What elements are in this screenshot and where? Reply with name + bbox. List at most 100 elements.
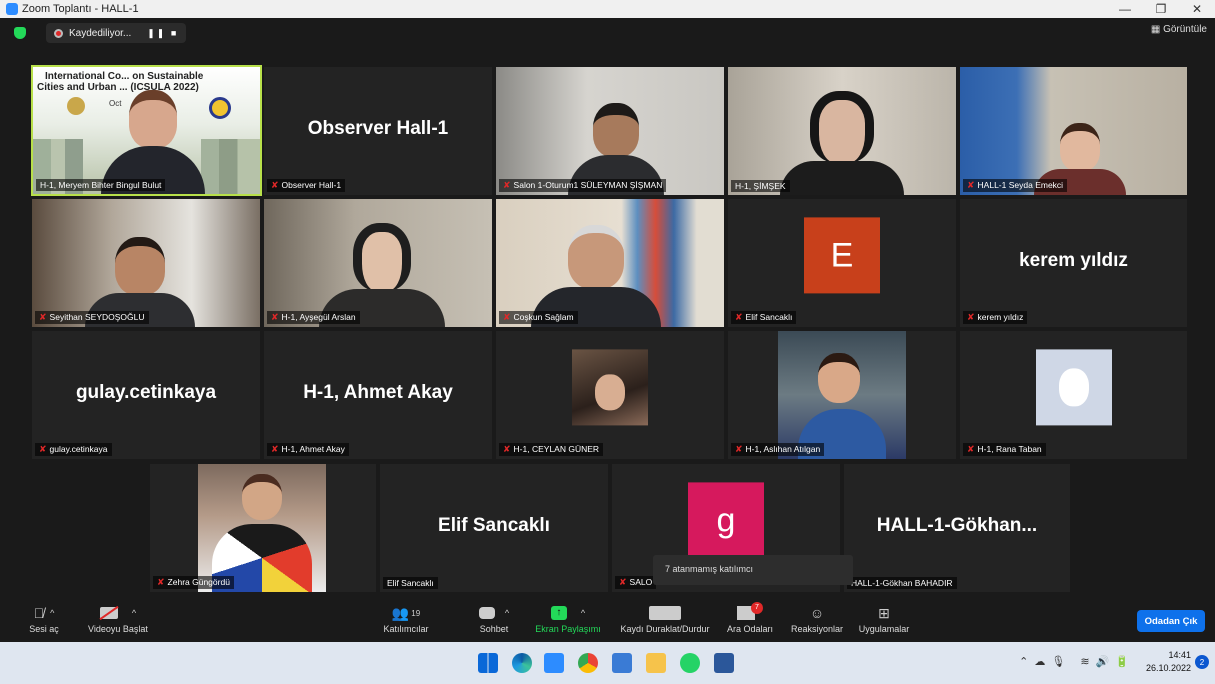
taskbar-clock[interactable]: 14:41 26.10.2022 — [1146, 649, 1191, 675]
muted-mic-icon: ✘ — [503, 312, 511, 322]
edge-browser-icon[interactable] — [512, 653, 532, 673]
muted-mic-icon: ✘ — [619, 577, 627, 587]
muted-mic-icon: ✘ — [271, 180, 279, 190]
close-button[interactable]: ✕ — [1179, 2, 1215, 16]
university-logo — [67, 97, 85, 115]
participant-video — [780, 91, 904, 195]
participant-tile[interactable]: Observer Hall-1 ✘ Observer Hall-1 — [264, 67, 492, 195]
participant-name: Elif Sancaklı — [745, 312, 793, 322]
participant-name: SALO — [629, 577, 653, 587]
participant-name: HALL-1-Gökhan BAHADIR — [847, 577, 957, 589]
participant-avatar — [1035, 349, 1112, 426]
participant-display-name: Elif Sancaklı — [438, 514, 550, 536]
share-screen-button[interactable]: ↑ ^ Ekran Paylaşımı — [532, 604, 604, 634]
participant-tile[interactable]: Elif Sancaklı Elif Sancaklı — [380, 464, 608, 592]
breakout-badge: 7 — [751, 602, 763, 614]
participant-avatar — [572, 349, 648, 426]
gallery-view: International Co... on Sustainable Citie… — [0, 48, 1215, 598]
apps-button[interactable]: ⊞ Uygulamalar — [854, 604, 914, 635]
minimize-button[interactable]: — — [1107, 2, 1143, 16]
participant-name: H-1, ŞİMŞEK — [731, 180, 790, 192]
chat-label: Sohbet — [479, 624, 509, 634]
participant-tile[interactable]: HALL-1-Gökhan... HALL-1-Gökhan BAHADIR — [844, 464, 1070, 592]
whatsapp-icon[interactable] — [680, 653, 700, 673]
muted-mic-icon: ✘ — [967, 312, 975, 322]
breakout-rooms-label: Ara Odaları — [726, 624, 774, 634]
recording-controls[interactable]: ❚❚ ■ — [147, 28, 178, 39]
slide-title-line: International Co... on Sustainable — [45, 71, 204, 82]
apps-label: Uygulamalar — [858, 624, 910, 634]
participant-tile[interactable]: ✘ H-1, CEYLAN GÜNER — [496, 331, 724, 459]
pause-recording-button[interactable]: Kaydı Duraklat/Durdur — [612, 604, 718, 634]
participant-tile[interactable]: ✘ H-1, Rana Taban — [960, 331, 1187, 459]
avatar-initial: E — [830, 235, 854, 274]
conference-logo — [209, 97, 231, 119]
participant-tile[interactable]: ✘ Seyithan SEYDOŞOĞLU — [32, 199, 260, 327]
video-label: Videoyu Başlat — [88, 624, 148, 634]
participant-tile[interactable]: H-1, Ahmet Akay ✘ H-1, Ahmet Akay — [264, 331, 492, 459]
participant-name: Zehra Güngördü — [167, 577, 230, 587]
mute-button[interactable]: 🎙̸ ^ Sesi aç — [24, 604, 64, 634]
muted-mic-icon: ✘ — [503, 444, 511, 454]
windows-start-icon[interactable] — [478, 653, 498, 673]
participant-display-name: H-1, Ahmet Akay — [303, 381, 453, 403]
file-explorer-icon[interactable] — [646, 653, 666, 673]
pause-stop-icon — [649, 606, 681, 620]
participants-icon: 👥 — [391, 604, 410, 621]
notification-badge[interactable]: 2 — [1195, 655, 1209, 669]
view-label: Görüntüle — [1163, 24, 1207, 35]
muted-mic-icon: ✘ — [967, 180, 975, 190]
chevron-up-icon[interactable]: ^ — [505, 608, 509, 618]
chrome-icon[interactable] — [578, 653, 598, 673]
system-tray[interactable]: ⌃☁🎙 ≋🔊🔋 — [1019, 655, 1135, 668]
participant-tile[interactable]: International Co... on Sustainable Citie… — [31, 65, 262, 196]
participant-tile[interactable]: H-1, ŞİMŞEK — [728, 67, 956, 195]
window-titlebar: Zoom Toplantı - HALL-1 — ❐ ✕ — [0, 0, 1215, 18]
chevron-up-icon[interactable]: ^ — [581, 608, 585, 618]
participant-tile[interactable]: ✘ H-1, Ayşegül Arslan — [264, 199, 492, 327]
participant-name: Seyithan SEYDOŞOĞLU — [49, 312, 145, 322]
participant-name: H-1, CEYLAN GÜNER — [513, 444, 600, 454]
participant-tile[interactable]: ✘ H-1, Aslıhan Atılgan — [728, 331, 956, 459]
reaction-icon: ☺ — [809, 605, 825, 621]
grid-icon: ▦ — [1150, 24, 1164, 35]
leave-button[interactable]: Odadan Çık — [1137, 610, 1205, 632]
participant-tile[interactable]: ✘ HALL-1 Seyda Emekci — [960, 67, 1187, 195]
muted-mic-icon: ✘ — [39, 312, 47, 322]
participants-button[interactable]: 👥 19 Katılımcılar — [376, 604, 436, 635]
participant-tile[interactable]: E ✘ Elif Sancaklı — [728, 199, 956, 327]
chevron-up-icon[interactable]: ^ — [50, 608, 54, 618]
zoom-app-icon[interactable] — [544, 653, 564, 673]
word-icon[interactable] — [714, 653, 734, 673]
view-button[interactable]: ▦ Görüntüle — [1151, 24, 1207, 35]
chevron-up-icon[interactable]: ^ — [132, 608, 136, 618]
participant-name: HALL-1 Seyda Emekci — [977, 180, 1064, 190]
participant-name: Observer Hall-1 — [281, 180, 342, 190]
meeting-topbar: Kaydediliyor... ❚❚ ■ ▦ Görüntüle — [0, 18, 1215, 48]
clock-time: 14:41 — [1168, 650, 1191, 660]
restore-button[interactable]: ❐ — [1143, 2, 1179, 16]
participant-tile[interactable]: ✘ Salon 1-Oturum1 SÜLEYMAN ŞİŞMAN — [496, 67, 724, 195]
reactions-button[interactable]: ☺ Reaksiyonlar — [788, 604, 846, 634]
video-button[interactable]: ^ Videoyu Başlat — [82, 604, 154, 634]
clock-date: 26.10.2022 — [1145, 663, 1191, 673]
participant-name: H-1, Aslıhan Atılgan — [745, 444, 821, 454]
participant-avatar: E — [804, 217, 880, 294]
muted-mic-icon: 🎙̸ — [33, 605, 45, 621]
participant-tile[interactable]: ✘ Zehra Güngördü — [150, 464, 376, 592]
video-off-icon — [99, 605, 119, 621]
muted-mic-icon: ✘ — [39, 444, 47, 454]
participant-display-name: Observer Hall-1 — [307, 117, 449, 139]
shield-icon[interactable] — [14, 27, 26, 39]
participant-tile[interactable]: ✘ Coşkun Sağlam — [496, 199, 724, 327]
muted-mic-icon: ✘ — [967, 444, 975, 454]
participants-label: Katılımcılar — [383, 624, 429, 634]
chat-button[interactable]: ^ Sohbet — [474, 604, 514, 634]
notepad-icon[interactable] — [612, 653, 632, 673]
participant-tile[interactable]: kerem yıldız ✘ kerem yıldız — [960, 199, 1187, 327]
chat-icon — [478, 607, 495, 619]
breakout-rooms-button[interactable]: 7 Ara Odaları — [724, 602, 776, 634]
participant-tile[interactable]: gulay.cetinkaya ✘ gulay.cetinkaya — [32, 331, 260, 459]
participant-display-name: gulay.cetinkaya — [75, 381, 217, 403]
muted-mic-icon: ✘ — [271, 312, 279, 322]
